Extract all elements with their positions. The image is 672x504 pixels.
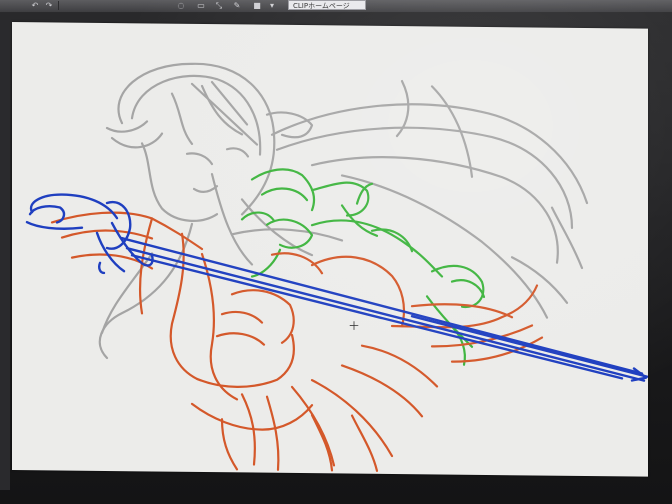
drawing-canvas[interactable]: [12, 22, 648, 477]
lasso-icon[interactable]: ◌: [176, 1, 186, 10]
redo-icon[interactable]: ↷: [44, 1, 54, 10]
dropdown-icon[interactable]: ▾: [268, 1, 276, 10]
app-toolbar: ↶ ↷ ◌ ▭ ⤡ ✎ ■ ▾ CLIPホームページ: [0, 0, 672, 13]
clip-homepage-button[interactable]: CLIPホームページ: [288, 0, 366, 10]
left-panel-edge: [0, 20, 10, 490]
pen-tool-icon[interactable]: ✎: [232, 1, 242, 10]
transform-icon[interactable]: ⤡: [214, 1, 224, 10]
cursor-mark: [349, 321, 359, 330]
sketch-artwork: [25, 62, 648, 472]
layer-color-icon[interactable]: ■: [252, 1, 262, 10]
undo-icon[interactable]: ↶: [30, 1, 40, 10]
select-icon[interactable]: ▭: [196, 1, 206, 10]
